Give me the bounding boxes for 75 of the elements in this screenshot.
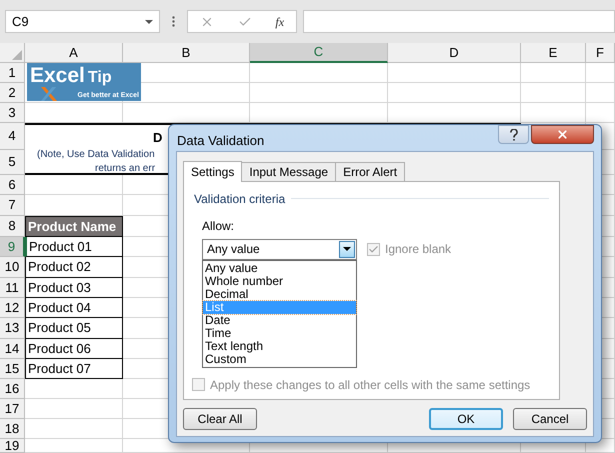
column-header[interactable]: F: [586, 43, 615, 63]
clear-all-button[interactable]: Clear All: [183, 408, 257, 430]
tab[interactable]: Input Message: [241, 162, 336, 180]
dropdown-option[interactable]: Whole number: [203, 274, 356, 288]
row-header[interactable]: 9: [0, 237, 25, 257]
check-icon: [368, 244, 379, 254]
logo-accent: Tip: [88, 68, 112, 88]
dropdown-option[interactable]: Decimal: [203, 288, 356, 300]
note-text: (Note, Use Data Validation: [37, 148, 155, 162]
dialog-button[interactable]: Cancel: [513, 408, 587, 430]
logo-title: Excel: [30, 64, 85, 88]
table-cell: Product 07: [25, 359, 123, 379]
note-text: returns an err: [95, 162, 156, 176]
row-header[interactable]: 18: [0, 419, 25, 439]
row-header[interactable]: 3: [0, 103, 25, 123]
row-header[interactable]: 14: [0, 339, 25, 359]
logo-mark-icon: [41, 87, 57, 101]
dropdown-option[interactable]: Date: [203, 314, 356, 326]
column-header[interactable]: D: [388, 43, 521, 63]
row-header[interactable]: 11: [0, 278, 25, 298]
row-header[interactable]: 10: [0, 257, 25, 278]
table-cell: Product 03: [25, 278, 123, 298]
column-header[interactable]: C: [250, 43, 388, 63]
dialog-button[interactable]: OK: [429, 408, 503, 430]
dropdown-option[interactable]: Any value: [203, 262, 356, 274]
section-title: Validation criteria: [194, 190, 286, 208]
grid-cell: [521, 63, 586, 83]
row-header[interactable]: 8: [0, 216, 25, 237]
row-header[interactable]: 7: [0, 195, 25, 216]
row-header[interactable]: 16: [0, 379, 25, 399]
row-header[interactable]: 12: [0, 298, 25, 318]
table-cell: Product 01: [25, 237, 123, 257]
allow-dropdown[interactable]: Any value: [202, 238, 357, 260]
help-button[interactable]: [498, 125, 529, 144]
formula-input[interactable]: [303, 10, 615, 33]
checkbox-label: Ignore blank: [385, 241, 452, 258]
column-header[interactable]: E: [521, 43, 586, 63]
row-header[interactable]: 4: [0, 123, 25, 150]
table-cell: Product 05: [25, 318, 123, 339]
row-header[interactable]: 17: [0, 399, 25, 419]
grid-cell: [521, 103, 586, 123]
dropdown-option[interactable]: Time: [203, 326, 356, 340]
window-title: Data Validation: [176, 132, 264, 150]
insert-function-button[interactable]: fx: [275, 12, 284, 30]
row-header[interactable]: 5: [0, 150, 25, 175]
grid-cell: [521, 83, 586, 103]
grid-cell: [586, 63, 615, 83]
row-header[interactable]: 19: [0, 439, 25, 453]
row-header[interactable]: 15: [0, 359, 25, 379]
column-header[interactable]: A: [25, 43, 123, 63]
table-cell: Product 02: [25, 257, 123, 278]
title-text: D: [153, 129, 162, 147]
table-header: Product Name: [25, 216, 123, 237]
table-cell: Product 04: [25, 298, 123, 318]
table-cell: Product 06: [25, 339, 123, 359]
dropdown-option[interactable]: Text length: [203, 340, 356, 352]
grid-cell: [586, 83, 615, 103]
tab[interactable]: Settings: [183, 160, 242, 182]
checkbox-label: Apply these changes to all other cells with the same settings: [210, 376, 530, 394]
row-header[interactable]: 13: [0, 318, 25, 339]
dropdown-arrow-icon: [145, 20, 153, 24]
row-header[interactable]: 1: [0, 63, 25, 83]
name-box[interactable]: C9: [5, 10, 160, 33]
more-options-icon[interactable]: [172, 16, 175, 27]
select-all-icon[interactable]: [12, 50, 22, 60]
tab[interactable]: Error Alert: [335, 162, 406, 180]
dropdown-option[interactable]: Custom: [203, 352, 356, 366]
close-button[interactable]: [531, 125, 594, 144]
field-label: Allow:: [202, 218, 234, 232]
grid-cell: [586, 103, 615, 123]
column-header[interactable]: B: [123, 43, 250, 63]
row-header[interactable]: 2: [0, 83, 25, 103]
close-icon: [556, 128, 569, 141]
help-icon: [510, 128, 518, 140]
row-header[interactable]: 6: [0, 175, 25, 195]
